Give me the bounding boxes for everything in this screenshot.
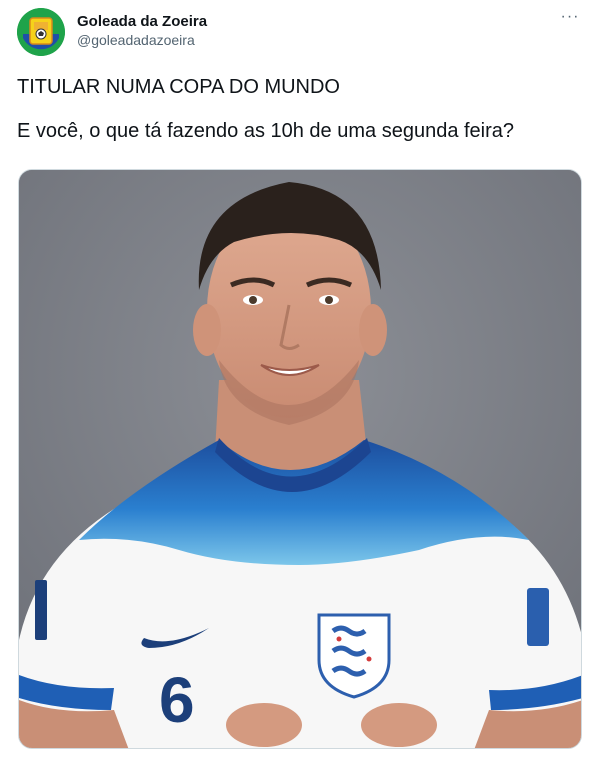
tweet-card[interactable]: Goleada da Zoeira @goleadadazoeira ··· T… [0, 0, 595, 759]
tweet-text: TITULAR NUMA COPA DO MUNDO E você, o que… [17, 73, 581, 145]
tweet-text-line-2: E você, o que tá fazendo as 10h de uma s… [17, 120, 515, 142]
tweet-text-line-1: TITULAR NUMA COPA DO MUNDO [17, 76, 340, 98]
account-names: Goleada da Zoeira @goleadadazoeira [77, 12, 207, 50]
player-photo: 6 [19, 170, 581, 748]
avatar[interactable] [17, 8, 65, 56]
goleada-logo-icon [17, 8, 65, 56]
tweet-media-photo[interactable]: 6 [18, 169, 582, 749]
account-handle[interactable]: @goleadadazoeira [77, 31, 207, 50]
shirt-number: 6 [159, 664, 195, 736]
tweet-header: Goleada da Zoeira @goleadadazoeira ··· [17, 8, 581, 58]
display-name[interactable]: Goleada da Zoeira [77, 12, 207, 31]
more-options-icon[interactable]: ··· [559, 9, 581, 32]
